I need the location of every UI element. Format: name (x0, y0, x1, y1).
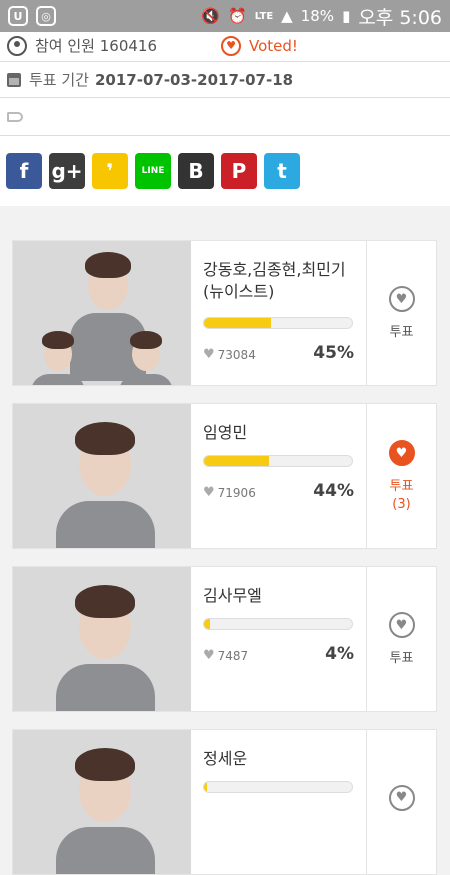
heart-icon: ♥ (203, 347, 215, 362)
voted-badge: ♥ Voted! (221, 35, 298, 56)
candidate-photo (13, 730, 191, 874)
vote-label[interactable]: 투표 (390, 647, 414, 666)
vote-percent: 44% (313, 481, 354, 501)
candidate-photo (13, 404, 191, 548)
candidate-photo (13, 241, 191, 385)
candidate-name: 강동호,김종현,최민기 (뉴이스트) (203, 260, 346, 301)
vote-count: ♥ 71906 (203, 485, 256, 500)
pinterest-share-icon[interactable]: P (221, 153, 257, 189)
period-row: 투표 기간 2017-07-03-2017-07-18 (0, 62, 450, 98)
candidate-name: 임영민 (203, 423, 248, 442)
vote-column[interactable]: ♥ 투표 (366, 567, 436, 711)
candidate-card: 임영민 ♥ 71906 44% ♥ 투표 (3) (12, 403, 437, 549)
vote-count: ♥ 73084 (203, 347, 256, 362)
heart-icon: ♥ (221, 35, 241, 56)
vote-count-value: 71906 (217, 485, 256, 500)
vote-heart-button[interactable]: ♥ (388, 612, 415, 638)
vote-progress-fill (204, 619, 210, 629)
vote-progress-bar (203, 455, 353, 467)
kakaostory-share-icon[interactable]: ❜ (92, 153, 128, 189)
twitter-share-icon[interactable]: t (264, 153, 300, 189)
candidate-name: 정세운 (203, 749, 248, 768)
vote-heart-button[interactable]: ♥ (388, 440, 415, 466)
calendar-icon (7, 72, 21, 87)
participants-row: 참여 인원 160416 ♥ Voted! (0, 18, 450, 62)
vote-count-value: 73084 (217, 347, 256, 362)
vote-percent: 4% (325, 644, 354, 664)
candidate-info: 김사무엘 ♥ 7487 4% (191, 567, 366, 711)
candidate-photo (13, 567, 191, 711)
candidate-card: 정세운 ♥ (12, 729, 437, 875)
heart-icon: ♥ (203, 485, 215, 500)
vote-heart-button[interactable]: ♥ (388, 286, 415, 312)
candidate-card: 강동호,김종현,최민기 (뉴이스트) ♥ 73084 45% ♥ 투표 (12, 240, 437, 386)
candidate-name: 김사무엘 (203, 586, 262, 605)
vote-count: ♥ 7487 (203, 648, 248, 663)
candidate-info: 임영민 ♥ 71906 44% (191, 404, 366, 548)
heart-icon: ♥ (203, 648, 215, 663)
facebook-share-icon[interactable]: f (6, 153, 42, 189)
vote-count-value: 7487 (217, 648, 249, 663)
candidate-info: 강동호,김종현,최민기 (뉴이스트) ♥ 73084 45% (191, 241, 366, 385)
my-vote-count: (3) (392, 497, 411, 512)
participants-count: 참여 인원 160416 (35, 37, 157, 55)
band-share-icon[interactable]: B (178, 153, 214, 189)
vote-percent: 45% (313, 343, 354, 363)
candidate-info: 정세운 (191, 730, 366, 874)
vote-column[interactable]: ♥ 투표 (366, 241, 436, 385)
vote-progress-fill (204, 782, 207, 792)
vote-label[interactable]: 투표 (390, 475, 414, 494)
candidate-card: 김사무엘 ♥ 7487 4% ♥ 투표 (12, 566, 437, 712)
vote-progress-fill (204, 318, 271, 328)
vote-column[interactable]: ♥ 투표 (3) (366, 404, 436, 548)
line-share-icon[interactable]: LINE (135, 153, 171, 189)
person-icon (7, 35, 27, 56)
vote-progress-bar (203, 781, 353, 793)
vote-heart-button[interactable]: ♥ (388, 784, 415, 811)
vote-column[interactable]: ♥ (366, 730, 436, 874)
period-label: 투표 기간 (29, 71, 89, 89)
poll-info: 참여 인원 160416 ♥ Voted! 투표 기간 2017-07-03-2… (0, 32, 450, 206)
period-value: 2017-07-03-2017-07-18 (94, 70, 294, 89)
google-plus-share-icon[interactable]: g+ (49, 153, 85, 189)
voted-label: Voted! (249, 36, 298, 55)
vote-progress-bar (203, 317, 353, 329)
vote-label[interactable]: 투표 (390, 321, 414, 340)
share-bar: f g+ ❜ LINE B Pt (0, 136, 450, 206)
vote-progress-fill (204, 456, 270, 466)
tag-row (0, 98, 450, 136)
tag-icon (7, 111, 23, 122)
vote-progress-bar (203, 618, 353, 630)
